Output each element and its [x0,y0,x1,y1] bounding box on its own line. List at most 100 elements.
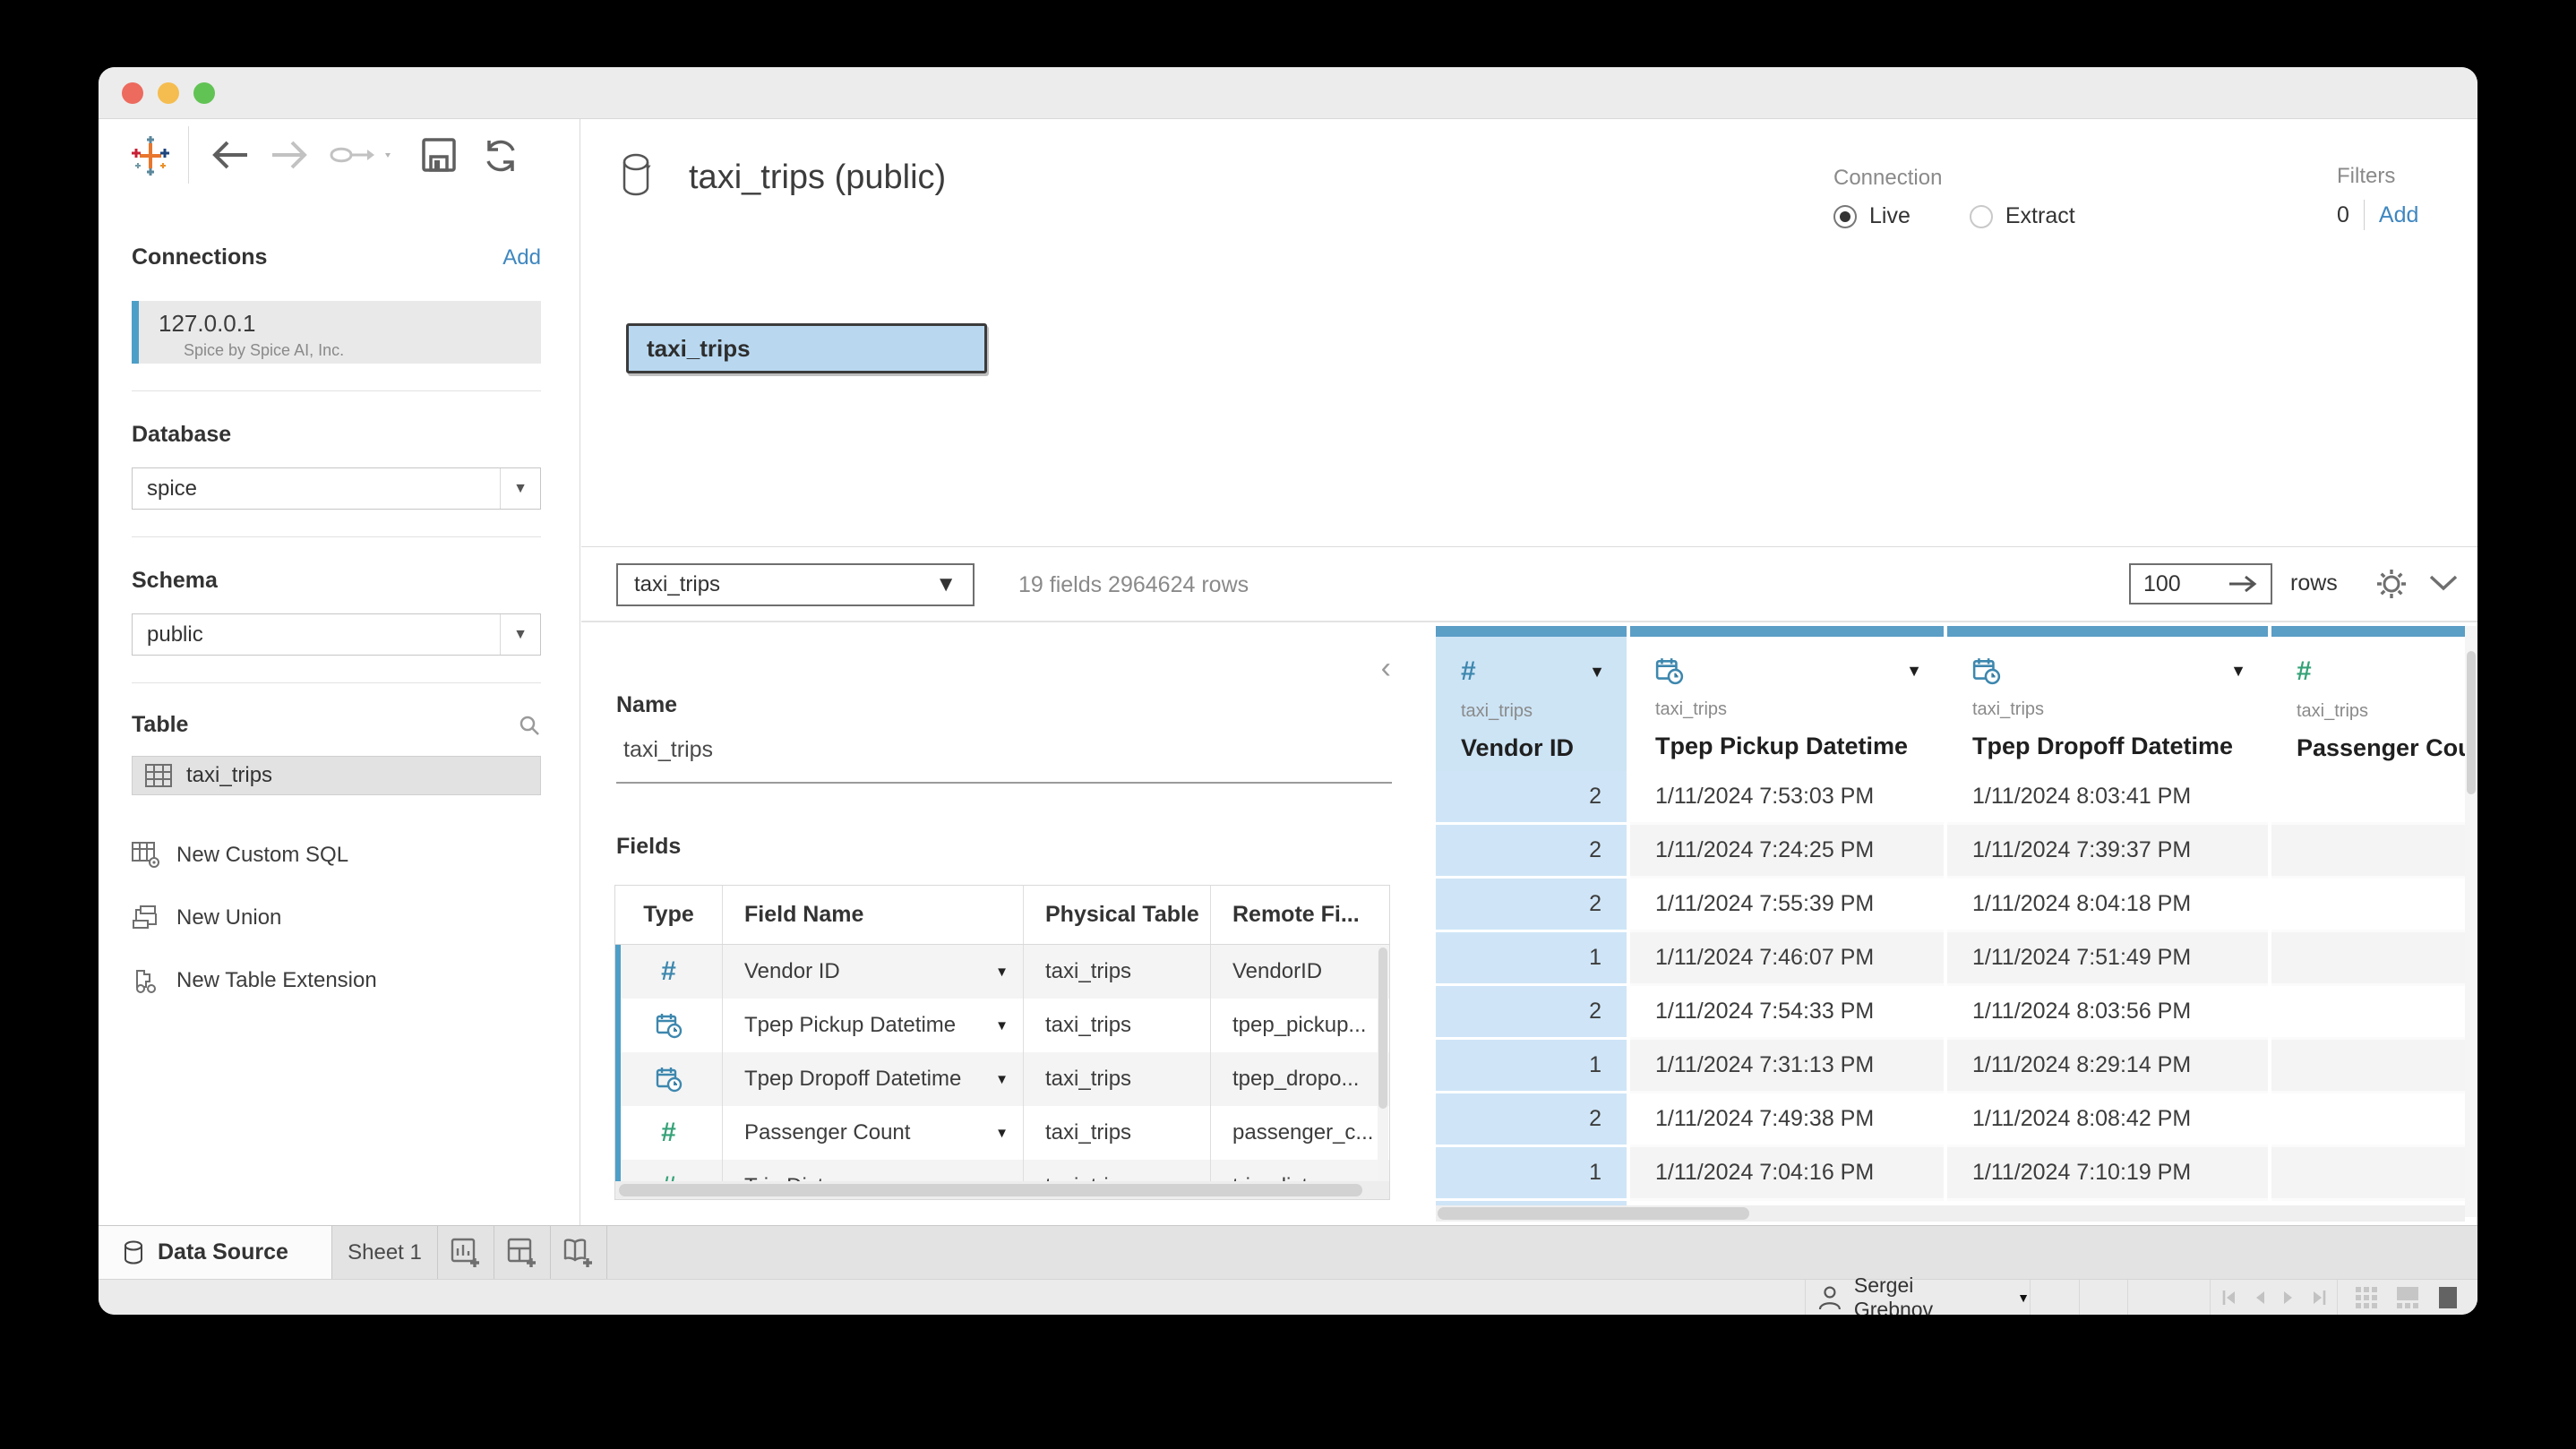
grid-cell[interactable]: 1/11/2024 7:04:16 PM [1630,1147,1944,1201]
canvas-table-node[interactable]: taxi_trips [626,323,987,373]
next-page-icon[interactable] [2281,1289,2296,1307]
field-row[interactable]: Tpep Pickup Datetime▼ taxi_trips tpep_pi… [615,999,1389,1052]
chevron-down-icon[interactable]: ▼ [1906,662,1922,681]
new-custom-sql-button[interactable]: New Custom SQL [132,842,541,869]
grid-cell[interactable]: 1 [1436,1040,1627,1093]
grid-cell[interactable] [2271,986,2465,1040]
first-page-icon[interactable] [2220,1289,2238,1307]
number-type-icon[interactable]: # [615,945,723,999]
minimize-window-button[interactable] [158,82,179,104]
grid-cell[interactable]: 1/11/2024 7:54:33 PM [1630,986,1944,1040]
grid-cell[interactable]: 1/11/2024 7:31:13 PM [1630,1040,1944,1093]
tableau-logo-icon[interactable] [129,134,172,177]
grid-cell[interactable]: 1/11/2024 8:03:56 PM [1947,986,2268,1040]
preview-table-select[interactable]: taxi_trips ▼ [616,563,975,606]
chevron-down-icon[interactable] [2428,574,2459,592]
refresh-button[interactable] [482,137,519,175]
datetime-type-icon[interactable] [615,1052,723,1106]
chevron-down-icon[interactable]: ▼ [995,1072,1009,1087]
grid-cell[interactable]: 1/11/2024 7:53:03 PM [1630,771,1944,825]
datasource-title: taxi_trips (public) [689,159,946,197]
grid-cell[interactable] [2271,879,2465,932]
collapse-panel-chevron[interactable]: ‹ [1381,651,1391,686]
search-icon[interactable] [518,714,541,737]
close-window-button[interactable] [122,82,143,104]
connection-item[interactable]: 127.0.0.1 Spice by Spice AI, Inc. [132,301,541,364]
chevron-down-icon[interactable]: ▼ [995,1018,1009,1033]
new-worksheet-button[interactable] [438,1226,494,1279]
datetime-type-icon[interactable] [615,999,723,1052]
grid-column-header[interactable]: #▼ taxi_trips Vendor ID [1436,626,1627,771]
number-type-icon[interactable]: # [615,1106,723,1160]
grid-cell[interactable]: 2 [1436,1093,1627,1147]
grid-view-icon[interactable] [2355,1286,2378,1309]
grid-column-header[interactable]: ▼ taxi_trips Tpep Dropoff Datetime [1947,626,2268,771]
new-table-extension-button[interactable]: New Table Extension [132,967,541,994]
connection-extract-radio[interactable]: Extract [1970,203,2075,229]
field-row[interactable]: # Vendor ID▼ taxi_trips VendorID [615,945,1389,999]
grid-cell[interactable]: 2 [1436,986,1627,1040]
rows-count-input[interactable]: 100 [2129,563,2272,604]
user-menu[interactable]: Sergei Grebnov ▼ [1805,1280,2030,1315]
datasource-cylinder-icon[interactable] [621,153,658,200]
fields-horizontal-scrollbar[interactable] [615,1181,1389,1199]
grid-cell[interactable] [2271,1040,2465,1093]
fields-vertical-scrollbar[interactable] [1378,946,1388,1200]
table-list-item-taxi-trips[interactable]: taxi_trips [132,756,541,795]
grid-cell[interactable]: 1/11/2024 7:51:49 PM [1947,932,2268,986]
grid-cell[interactable]: 1/11/2024 7:24:25 PM [1630,825,1944,879]
apply-arrow-icon[interactable] [2228,574,2258,594]
grid-cell[interactable]: 1/11/2024 8:04:18 PM [1947,879,2268,932]
grid-column-header[interactable]: ▼ taxi_trips Tpep Pickup Datetime [1630,626,1944,771]
grid-cell[interactable]: 2 [1436,825,1627,879]
grid-cell[interactable]: 1 [1436,932,1627,986]
add-connection-link[interactable]: Add [502,245,541,270]
prev-page-icon[interactable] [2253,1289,2267,1307]
filters-add-link[interactable]: Add [2379,202,2418,228]
chevron-down-icon[interactable]: ▼ [1589,663,1605,682]
chevron-down-icon[interactable]: ▼ [2230,662,2246,681]
grid-cell[interactable] [2271,1093,2465,1147]
grid-vertical-scrollbar[interactable] [2465,626,2477,1217]
grid-cell[interactable]: 1/11/2024 8:08:42 PM [1947,1093,2268,1147]
tab-sheet1[interactable]: Sheet 1 [332,1226,438,1279]
fields-table: Type Field Name Physical Table Remote Fi… [614,885,1390,1200]
grid-cell[interactable]: 1/11/2024 7:46:07 PM [1630,932,1944,986]
grid-cell[interactable] [2271,1147,2465,1201]
new-dashboard-button[interactable] [494,1226,551,1279]
tab-data-source[interactable]: Data Source [99,1226,332,1279]
undo-button[interactable] [211,137,251,173]
grid-cell[interactable]: 2 [1436,771,1627,825]
grid-column-header[interactable]: # taxi_trips Passenger Count [2271,626,2465,771]
grid-cell[interactable] [2271,932,2465,986]
grid-cell[interactable]: 1/11/2024 8:03:41 PM [1947,771,2268,825]
grid-cell[interactable]: 2 [1436,879,1627,932]
redo-button[interactable] [269,137,308,173]
filmstrip-view-icon[interactable] [2396,1286,2419,1309]
grid-cell[interactable] [2271,825,2465,879]
grid-cell[interactable]: 1/11/2024 7:39:37 PM [1947,825,2268,879]
connection-live-radio[interactable]: Live [1833,203,1911,229]
grid-cell[interactable]: 1/11/2024 7:49:38 PM [1630,1093,1944,1147]
chevron-down-icon[interactable]: ▼ [995,1126,1009,1141]
field-row[interactable]: Tpep Dropoff Datetime▼ taxi_trips tpep_d… [615,1052,1389,1106]
save-button[interactable] [421,137,457,173]
grid-cell[interactable]: 1/11/2024 8:29:14 PM [1947,1040,2268,1093]
grid-horizontal-scrollbar[interactable] [1436,1205,2465,1222]
zoom-window-button[interactable] [193,82,215,104]
last-page-icon[interactable] [2310,1289,2328,1307]
grid-cell[interactable]: 1 [1436,1147,1627,1201]
database-select[interactable]: spice ▼ [132,467,541,510]
grid-cell[interactable]: 1/11/2024 7:10:19 PM [1947,1147,2268,1201]
replay-flow-button[interactable] [324,142,396,169]
schema-select[interactable]: public ▼ [132,613,541,656]
chevron-down-icon[interactable]: ▼ [995,965,1009,980]
field-row[interactable]: # Passenger Count▼ taxi_trips passenger_… [615,1106,1389,1160]
new-union-button[interactable]: New Union [132,905,541,931]
new-story-button[interactable] [551,1226,607,1279]
gear-icon[interactable] [2373,565,2410,603]
single-view-icon[interactable] [2437,1286,2460,1309]
name-value[interactable]: taxi_trips [623,737,713,763]
grid-cell[interactable] [2271,771,2465,825]
grid-cell[interactable]: 1/11/2024 7:55:39 PM [1630,879,1944,932]
